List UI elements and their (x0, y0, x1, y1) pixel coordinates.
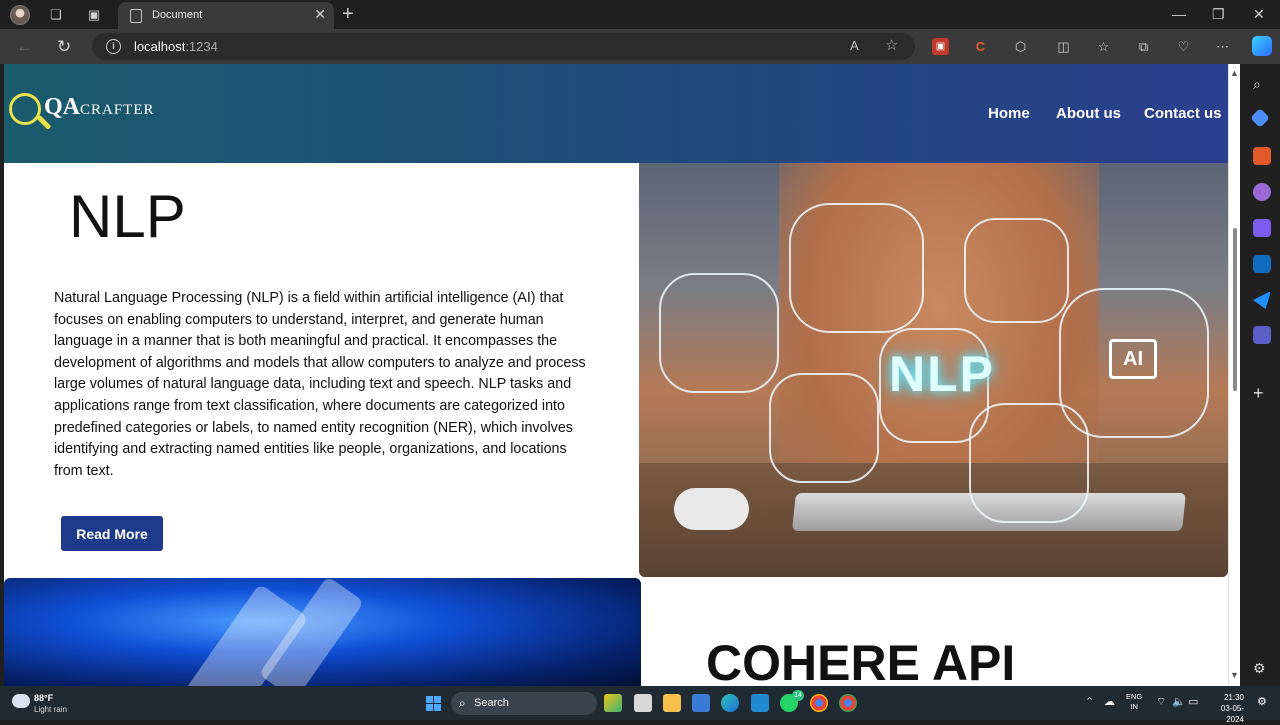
nlp-glow-text: NLP (889, 346, 995, 402)
robot-hex-icon (969, 403, 1089, 523)
ai-chip-text: AI (1109, 339, 1157, 379)
sidebar-tools-icon[interactable] (1253, 147, 1271, 165)
search-icon: ⌕ (459, 696, 466, 710)
refresh-icon[interactable]: ↻ (57, 37, 71, 57)
split-screen-icon[interactable]: ◫ (1055, 38, 1072, 55)
language-code: ENG (1126, 692, 1143, 701)
sidebar-send-icon[interactable] (1253, 291, 1271, 309)
cohere-tech-image (4, 578, 641, 686)
read-aloud-icon[interactable]: A (850, 38, 859, 53)
sidebar-settings-icon[interactable]: ⚙ (1253, 660, 1271, 678)
edge-sidebar: ⌕ + ⚙ (1244, 64, 1280, 686)
extensions-puzzle-icon[interactable]: ⬡ (1012, 38, 1029, 55)
search-label: Search (474, 697, 509, 709)
target-hex-icon (659, 273, 779, 393)
chat-hex-icon (964, 218, 1069, 323)
site-header: QACRAFTER Home About us Contact us (4, 64, 1228, 163)
profile-avatar[interactable] (10, 5, 30, 25)
start-icon[interactable] (426, 696, 441, 711)
taskbar-chrome-icon[interactable] (810, 694, 828, 712)
address-toolbar: ← ↻ i localhost:1234 A ☆ ▣ C ⬡ ◫ ☆ ⧉ ♡ ⋯ (0, 29, 1280, 64)
clock-date: 03-05-2024 (1220, 704, 1244, 724)
notification-icon[interactable]: ⚙ (1257, 695, 1267, 708)
nav-contact-us[interactable]: Contact us (1144, 105, 1222, 122)
browser-tab-bar: ❏ ▣ Document ✕ + — ❐ ✕ (0, 0, 1280, 29)
taskbar-task-view-icon[interactable] (634, 694, 652, 712)
read-more-button[interactable]: Read More (61, 516, 163, 551)
nlp-description: Natural Language Processing (NLP) is a f… (54, 290, 586, 479)
taskbar-search[interactable]: ⌕ Search (451, 692, 597, 715)
url-host: localhost (134, 39, 186, 54)
site-info-icon[interactable]: i (106, 39, 121, 54)
weather-temperature[interactable]: 88°F (34, 693, 53, 703)
page-viewport: QACRAFTER Home About us Contact us NLP N… (4, 64, 1228, 686)
computer-mouse (674, 488, 749, 530)
minimize-icon[interactable]: — (1172, 6, 1186, 22)
sidebar-search-icon[interactable]: ⌕ (1253, 76, 1271, 94)
address-bar[interactable]: i localhost:1234 A ☆ (92, 33, 915, 60)
taskbar-vscode-icon[interactable] (751, 694, 769, 712)
taskbar-file-explorer-icon[interactable] (663, 694, 681, 712)
extension-c-icon[interactable]: C (972, 38, 989, 55)
nlp-heading: NLP (69, 183, 186, 250)
taskbar-edge-icon[interactable] (721, 694, 739, 712)
favorite-star-icon[interactable]: ☆ (885, 36, 898, 54)
maximize-icon[interactable]: ❐ (1212, 6, 1225, 23)
taskbar-whatsapp-icon[interactable]: 14 (780, 690, 804, 712)
logo-crafter: CRAFTER (80, 102, 155, 118)
taskbar-app-widgets-icon[interactable] (604, 694, 622, 712)
cohere-api-heading: COHERE API (706, 635, 1016, 686)
workspaces-icon[interactable]: ❏ (46, 5, 66, 25)
goal-flag-hex-icon (789, 203, 924, 333)
tray-onedrive-icon[interactable]: ☁ (1104, 695, 1115, 708)
sidebar-teams-icon[interactable] (1253, 326, 1271, 344)
url-port: :1234 (185, 39, 218, 54)
logo-qa: QA (44, 94, 80, 120)
sidebar-copilot-icon[interactable] (1253, 219, 1271, 237)
close-tab-icon[interactable]: ✕ (314, 6, 326, 23)
windows-taskbar: 88°F Light rain ⌕ Search 14 ⌃ ☁ ENG IN ⌔… (0, 686, 1280, 724)
clock[interactable]: 21:30 03-05-2024 (1206, 692, 1244, 725)
scroll-down-icon[interactable]: ▼ (1230, 670, 1239, 680)
copilot-icon[interactable] (1252, 36, 1272, 56)
battery-icon[interactable]: ▭ (1188, 695, 1198, 708)
tab-document[interactable]: Document ✕ (118, 2, 334, 29)
settings-more-icon[interactable]: ⋯ (1214, 38, 1231, 55)
logo-magnifier-icon (9, 93, 41, 125)
nlp-illustration-image: NLP AI (639, 163, 1228, 577)
browser-essentials-icon[interactable]: ♡ (1175, 38, 1192, 55)
language-region: IN (1130, 702, 1138, 711)
close-window-icon[interactable]: ✕ (1253, 6, 1265, 23)
nav-about-us[interactable]: About us (1056, 105, 1121, 122)
sidebar-games-icon[interactable] (1253, 183, 1271, 201)
scroll-thumb[interactable] (1233, 228, 1237, 391)
extension-red-icon[interactable]: ▣ (932, 38, 949, 55)
site-logo[interactable]: QACRAFTER (44, 94, 155, 121)
collections-icon[interactable]: ⧉ (1135, 38, 1152, 55)
page-icon (130, 9, 142, 23)
language-indicator[interactable]: ENG IN (1126, 692, 1142, 712)
clock-time: 21:30 (1223, 693, 1244, 702)
new-tab-icon[interactable]: + (342, 3, 354, 26)
whatsapp-badge: 14 (792, 690, 804, 701)
tab-actions-icon[interactable]: ▣ (84, 5, 104, 25)
weather-description[interactable]: Light rain (34, 705, 67, 714)
taskbar-store-icon[interactable] (692, 694, 710, 712)
scroll-up-icon[interactable]: ▲ (1230, 68, 1239, 78)
favorites-icon[interactable]: ☆ (1095, 38, 1112, 55)
sidebar-shopping-icon[interactable] (1250, 108, 1270, 128)
brain-head-hex-icon (769, 373, 879, 483)
tab-title: Document (152, 9, 203, 21)
url-text: localhost:1234 (134, 39, 218, 54)
weather-rain-icon[interactable] (12, 694, 30, 708)
show-hidden-icons-icon[interactable]: ⌃ (1085, 695, 1094, 708)
volume-icon[interactable]: 🔈 (1172, 695, 1186, 708)
sidebar-outlook-icon[interactable] (1253, 255, 1271, 273)
page-scrollbar[interactable]: ▲ ▼ (1228, 64, 1240, 686)
sidebar-add-icon[interactable]: + (1253, 384, 1271, 402)
wifi-icon[interactable]: ⌔ (1156, 695, 1166, 709)
nav-home[interactable]: Home (988, 105, 1030, 122)
taskbar-chrome-profile-icon[interactable] (839, 694, 857, 712)
back-icon[interactable]: ← (16, 37, 33, 57)
